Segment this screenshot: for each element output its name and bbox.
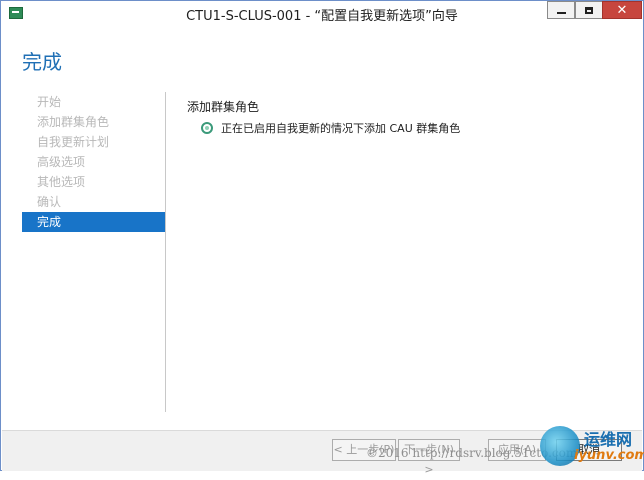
close-icon: ✕ [616, 2, 628, 18]
maximize-button[interactable] [575, 1, 603, 19]
watermark-site-cn: 运维网 [584, 430, 633, 449]
nav-divider [165, 92, 166, 412]
nav-item-add-cluster-role: 添加群集角色 [37, 115, 110, 129]
status-text: 正在已启用自我更新的情况下添加 CAU 群集角色 [221, 122, 461, 135]
wizard-window: CTU1-S-CLUS-001 - “配置自我更新选项”向导 ✕ 完成 开始 添… [0, 0, 644, 476]
maximize-icon [585, 6, 593, 14]
title-bar[interactable]: CTU1-S-CLUS-001 - “配置自我更新选项”向导 ✕ [1, 1, 643, 25]
progress-spinner-icon [201, 122, 213, 134]
section-title: 添加群集角色 [187, 100, 260, 114]
minimize-icon [556, 12, 566, 14]
nav-item-confirm: 确认 [37, 195, 62, 209]
site-logo-watermark: 运维网 iyunv.com [540, 420, 644, 468]
watermark-site-en: iyunv.com [574, 448, 644, 463]
status-row: 正在已启用自我更新的情况下添加 CAU 群集角色 [201, 120, 460, 136]
minimize-button[interactable] [547, 1, 575, 19]
nav-item-advanced-options: 高级选项 [37, 155, 86, 169]
nav-item-self-update-schedule: 自我更新计划 [37, 135, 110, 149]
nav-item-finish[interactable]: 完成 [22, 212, 166, 232]
nav-item-start: 开始 [37, 95, 62, 109]
wizard-content: 开始 添加群集角色 自我更新计划 高级选项 其他选项 确认 完成 添加群集角色 … [2, 92, 642, 430]
nav-item-other-options: 其他选项 [37, 175, 86, 189]
page-header: 完成 [2, 26, 642, 92]
page-title: 完成 [22, 50, 62, 74]
main-panel: 添加群集角色 正在已启用自我更新的情况下添加 CAU 群集角色 [187, 98, 460, 135]
close-button[interactable]: ✕ [602, 1, 642, 19]
wizard-nav: 开始 添加群集角色 自我更新计划 高级选项 其他选项 确认 完成 [22, 92, 166, 232]
